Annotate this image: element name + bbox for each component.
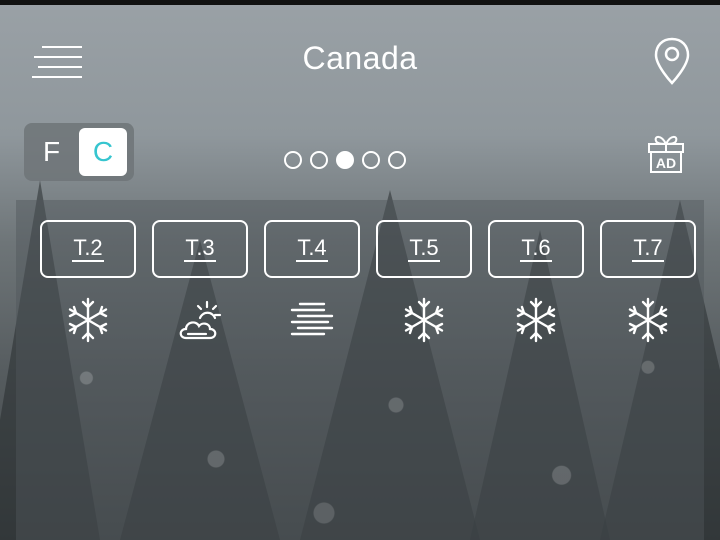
page-title: Canada [302,40,418,76]
snowflake-icon [68,297,108,343]
location-pin-icon[interactable] [652,36,692,86]
day-tab[interactable]: T.4 [264,220,360,278]
day-label: T.5 [408,235,440,262]
day-tab[interactable]: T.2 [40,220,136,278]
snowflake-icon [628,297,668,343]
celsius-option[interactable]: C [79,128,127,176]
day-tab[interactable]: T.7 [600,220,696,278]
day-label: T.4 [296,235,328,262]
day-label: T.7 [632,235,664,262]
page-dot[interactable] [310,151,328,169]
gift-ad-icon[interactable]: AD [645,132,687,174]
day-label: T.6 [520,235,552,262]
unit-toggle[interactable]: F C [24,123,134,181]
page-dot[interactable] [284,151,302,169]
ad-label: AD [656,155,676,171]
day-label: T.2 [72,235,104,262]
day-label: T.3 [184,235,216,262]
snowflake-icon [516,297,556,343]
page-dot-active[interactable] [336,151,354,169]
forecast-days: T.2 T.3 T.4 T.5 T.6 T.7 [40,220,700,280]
status-bar [0,0,720,5]
page-indicator [284,151,406,169]
page-dot[interactable] [362,151,380,169]
day-tab[interactable]: T.5 [376,220,472,278]
fahrenheit-option[interactable]: F [24,136,79,168]
day-tab[interactable]: T.3 [152,220,248,278]
page-dot[interactable] [388,151,406,169]
snowflake-icon [404,297,444,343]
fog-icon [290,302,334,336]
day-tab[interactable]: T.6 [488,220,584,278]
partly-sunny-cloud-icon [179,300,222,340]
